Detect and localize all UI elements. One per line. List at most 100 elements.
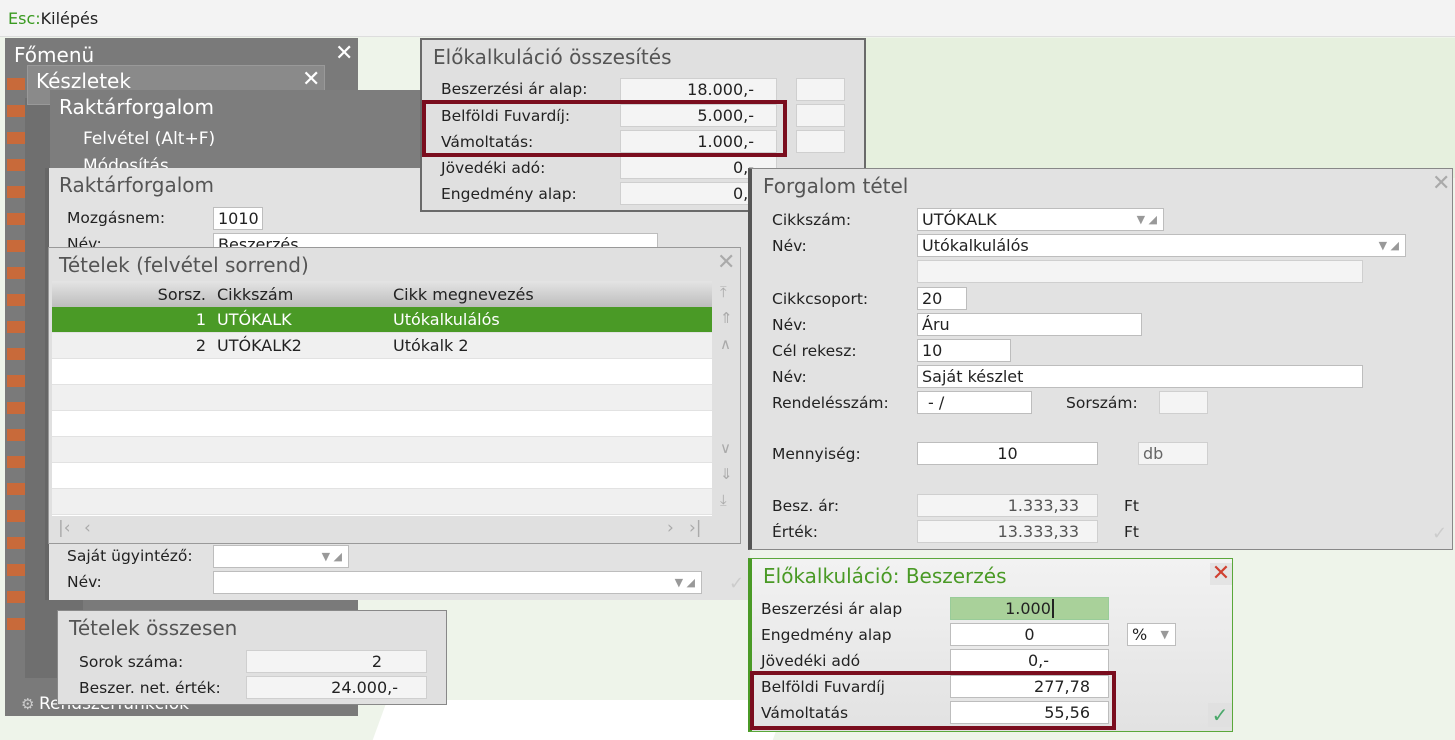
discount-input[interactable]: 0 [950, 623, 1109, 646]
bin-name-input[interactable]: Saját készlet [917, 365, 1363, 388]
table-row[interactable]: 2 UTÓKALK2 Utókalk 2 [52, 333, 712, 359]
agent-select[interactable]: ▼ ◢ [213, 545, 349, 568]
currency-label: Ft [1124, 523, 1139, 541]
close-icon[interactable]: ✕ [717, 252, 735, 274]
items-title: Tételek (felvétel sorrend) [59, 253, 309, 277]
menu-item-modositas[interactable]: Módosítás [83, 156, 169, 168]
main-menu-title: Főmenü [14, 43, 95, 67]
highlight-box [750, 671, 1116, 730]
column-header-sorsz[interactable]: Sorsz. [158, 285, 206, 304]
order-number-label: Rendelésszám: [772, 394, 889, 412]
row-cikkszam: UTÓKALK [217, 310, 292, 329]
exit-shortcut[interactable]: Esc:Kilépés [8, 9, 98, 28]
summary-value: 18.000,- [620, 78, 777, 101]
value-label: Érték: [772, 523, 818, 541]
dialog-title: Előkalkuláció: Beszerzés [763, 564, 1007, 588]
summary-extra [796, 130, 845, 153]
scroll-top-icon[interactable]: ⤒ [720, 283, 727, 301]
summary-label: Beszerzési ár alap: [441, 80, 588, 98]
group-name-input[interactable]: Áru [917, 313, 1142, 336]
purchase-base-input[interactable]: 1.000 [950, 597, 1109, 620]
table-pager: |‹ ‹ › ›| [52, 516, 712, 543]
items-panel: Tételek (felvétel sorrend) ✕ Sorsz. Cikk… [48, 247, 741, 544]
group-name-label: Név: [772, 316, 807, 334]
agent-label: Saját ügyintéző: [67, 547, 193, 565]
prev-page-icon[interactable]: ‹ [84, 518, 91, 538]
row-name: Utókalkulálós [393, 310, 500, 329]
close-icon[interactable]: ✕ [335, 43, 353, 65]
last-page-icon[interactable]: ›| [689, 518, 702, 538]
excise-label: Jövedéki adó [761, 652, 861, 670]
net-value-label: Beszer. net. érték: [79, 679, 221, 697]
chevron-down-icon: ▼ ◢ [1136, 213, 1157, 226]
scroll-page-up-icon[interactable]: ⇑ [720, 309, 733, 327]
discount-label: Engedmény alap [761, 626, 892, 644]
top-bar: Esc:Kilépés [0, 0, 1455, 37]
quantity-input[interactable]: 10 [917, 442, 1098, 465]
close-icon[interactable]: ✕ [1210, 563, 1232, 585]
agent-name-select[interactable]: ▼ ◢ [213, 571, 702, 594]
movement-item-panel: Forgalom tétel ✕ Cikkszám: UTÓKALK ▼ ◢ Né… [748, 168, 1453, 550]
next-page-icon[interactable]: › [667, 518, 674, 538]
stock-movement-menu: Raktárforgalom Felvétel (Alt+F) Módosítá… [50, 90, 420, 170]
movement-type-label: Mozgásnem: [67, 209, 166, 227]
scroll-bottom-icon[interactable]: ⤓ [720, 491, 727, 509]
column-header-megnevezes[interactable]: Cikk megnevezés [393, 285, 534, 304]
table-header: Sorsz. Cikkszám Cikk megnevezés [52, 281, 712, 307]
item-name-select[interactable]: Utókalkulálós ▼ ◢ [917, 234, 1406, 257]
scroll-up-icon[interactable]: ∧ [720, 335, 731, 353]
purchase-price-label: Besz. ár: [772, 497, 840, 515]
table-row[interactable]: 1 UTÓKALK Utókalkulálós [52, 307, 712, 333]
chevron-down-icon: ▼ ◢ [1378, 239, 1399, 252]
checkmark-icon[interactable]: ✓ [1432, 523, 1447, 544]
chevron-down-icon: ▼ ◢ [674, 576, 695, 589]
summary-label: Engedmény alap: [441, 185, 577, 203]
order-number-input[interactable]: - / [917, 391, 1032, 414]
row-name: Utókalk 2 [393, 336, 469, 355]
item-code-select[interactable]: UTÓKALK ▼ ◢ [917, 208, 1164, 231]
precalc-summary-title: Előkalkuláció összesítés [433, 45, 672, 69]
target-bin-label: Cél rekesz: [772, 342, 857, 360]
gear-icon: ⚙ [21, 695, 35, 713]
purchase-base-label: Beszerzési ár alap [761, 600, 903, 618]
close-icon[interactable]: ✕ [1432, 173, 1450, 195]
net-value-value: 24.000,- [246, 676, 427, 699]
summary-extra [796, 78, 845, 101]
form-title: Raktárforgalom [59, 173, 214, 197]
menu-item-felvetel[interactable]: Felvétel (Alt+F) [83, 129, 215, 149]
row-count-value: 2 [246, 650, 427, 673]
module-icon-strip[interactable] [7, 78, 25, 638]
summary-extra [796, 104, 845, 127]
movement-type-input[interactable]: 1010 [213, 207, 263, 230]
precalc-purchase-dialog: Előkalkuláció: Beszerzés ✕ Beszerzési ár… [748, 558, 1233, 732]
excise-input[interactable]: 0,- [950, 649, 1109, 672]
table-scrollbar[interactable]: ⤒ ⇑ ∧ ∨ ⇓ ⤓ [712, 281, 740, 516]
item-name-label: Név: [772, 237, 807, 255]
unit-value: db [1138, 442, 1208, 465]
agent-name-label: Név: [67, 573, 102, 591]
checkmark-icon[interactable]: ✓ [729, 573, 744, 594]
first-page-icon[interactable]: |‹ [58, 518, 71, 538]
row-cikkszam: UTÓKALK2 [217, 336, 302, 355]
row-sorsz: 1 [195, 310, 206, 329]
item-extra-field [917, 260, 1363, 283]
items-total-title: Tételek összesen [69, 616, 238, 640]
quantity-label: Mennyiség: [772, 445, 861, 463]
chevron-down-icon: ▼ ◢ [321, 550, 342, 563]
discount-unit-select[interactable]: % ▼ [1127, 623, 1176, 646]
items-table: Sorsz. Cikkszám Cikk megnevezés 1 UTÓKAL… [52, 281, 712, 516]
column-header-cikkszam[interactable]: Cikkszám [217, 285, 293, 304]
item-group-label: Cikkcsoport: [772, 290, 869, 308]
target-bin-input[interactable]: 10 [917, 339, 1011, 362]
movement-item-title: Forgalom tétel [763, 174, 909, 198]
serial-label: Sorszám: [1066, 394, 1138, 412]
chevron-down-icon: ▼ [1160, 628, 1169, 641]
currency-label: Ft [1124, 497, 1139, 515]
scroll-page-down-icon[interactable]: ⇓ [720, 465, 733, 483]
items-total-panel: Tételek összesen Sorok száma: 2 Beszer. … [57, 610, 447, 705]
close-icon[interactable]: ✕ [302, 69, 320, 91]
scroll-down-icon[interactable]: ∨ [720, 439, 731, 457]
summary-label: Jövedéki adó: [441, 159, 546, 177]
confirm-checkmark-icon[interactable]: ✓ [1208, 703, 1232, 727]
item-group-input[interactable]: 20 [917, 287, 967, 310]
